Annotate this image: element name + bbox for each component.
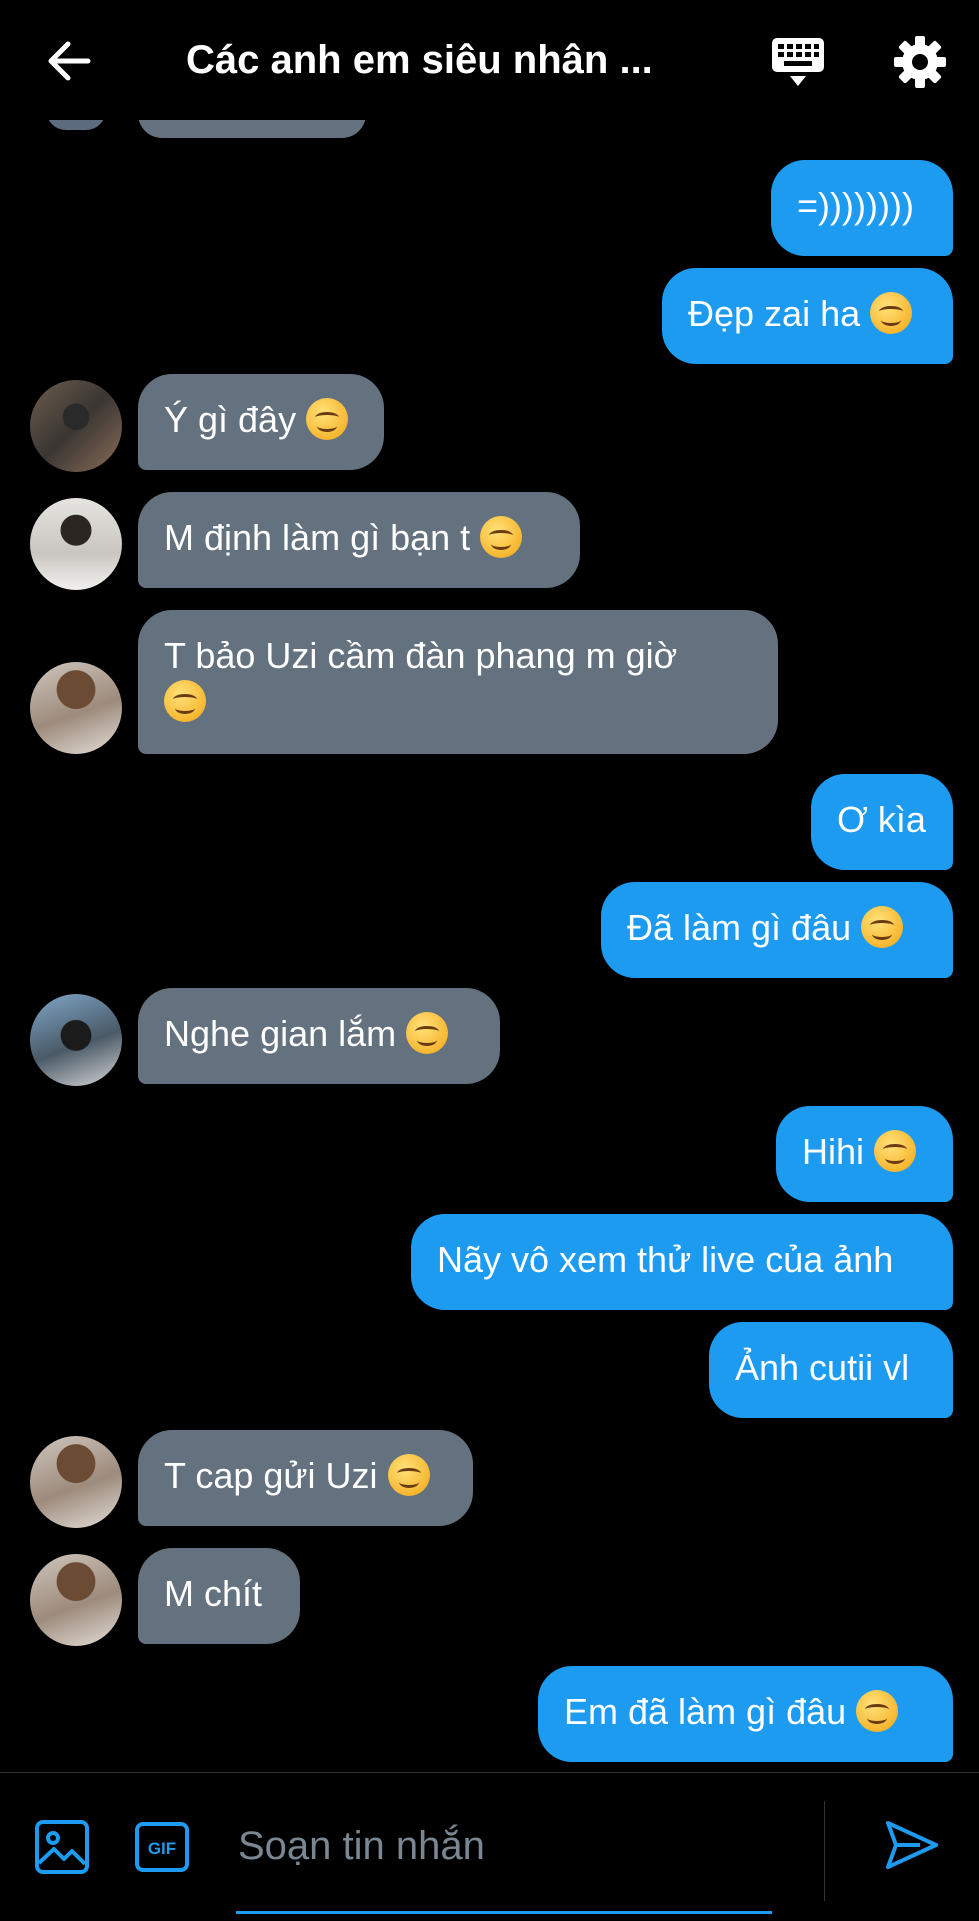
incoming-message-bubble[interactable]: T cap gửi Uzi — [138, 1430, 473, 1526]
avatar[interactable] — [30, 662, 122, 754]
outgoing-message-bubble[interactable]: Em đã làm gì đâu — [538, 1666, 953, 1762]
message-text: Ảnh cutii vl — [735, 1347, 910, 1388]
outgoing-message-bubble[interactable]: Ảnh cutii vl — [709, 1322, 953, 1418]
settings-button[interactable] — [892, 34, 948, 90]
message-list[interactable]: =)))))))) Đẹp zai ha Ý gì đây M định làm… — [0, 120, 979, 1770]
outgoing-message-bubble[interactable]: Hihi — [776, 1106, 953, 1202]
message-text: Ý gì đây — [164, 399, 297, 440]
avatar[interactable] — [30, 1436, 122, 1528]
message-text: Nghe gian lắm — [164, 1013, 397, 1054]
conversation-title: Các anh em siêu nhân ... — [186, 38, 653, 82]
incoming-message-bubble[interactable]: M chít — [138, 1548, 300, 1644]
outgoing-message-bubble[interactable]: Đẹp zai ha — [662, 268, 953, 364]
smiling-face-emoji-icon — [874, 1130, 917, 1172]
smiling-face-emoji-icon — [306, 398, 349, 440]
avatar[interactable] — [30, 498, 122, 590]
avatar[interactable] — [30, 380, 122, 472]
smiling-face-emoji-icon — [406, 1012, 449, 1054]
incoming-message-bubble[interactable]: Ý gì đây — [138, 374, 384, 470]
incoming-message-bubble[interactable]: Nghe gian lắm — [138, 988, 500, 1084]
add-image-button[interactable] — [34, 1819, 90, 1875]
message-text: Em đã làm gì đâu — [564, 1691, 847, 1732]
divider — [824, 1801, 825, 1901]
send-icon — [886, 1821, 938, 1869]
image-icon — [35, 1820, 89, 1874]
message-text: Ơ kìa — [837, 799, 926, 840]
message-input[interactable] — [236, 1805, 776, 1887]
gif-icon: GIF — [135, 1822, 189, 1872]
smiling-face-emoji-icon — [870, 292, 913, 334]
incoming-message-bubble[interactable] — [138, 120, 366, 138]
gif-label: GIF — [148, 1839, 176, 1858]
message-text: T bảo Uzi cầm đàn phang m giờ — [164, 635, 678, 676]
smiling-face-emoji-icon — [861, 906, 904, 948]
incoming-message-bubble[interactable]: T bảo Uzi cầm đàn phang m giờ — [138, 610, 778, 754]
avatar[interactable] — [30, 1554, 122, 1646]
outgoing-message-bubble[interactable]: =)))))))) — [771, 160, 953, 256]
input-underline — [236, 1911, 772, 1914]
smiling-face-emoji-icon — [164, 680, 206, 722]
outgoing-message-bubble[interactable]: Ơ kìa — [811, 774, 953, 870]
composer-bar: GIF — [0, 1772, 979, 1921]
message-text: M định làm gì bạn t — [164, 517, 471, 558]
message-text: Hihi — [802, 1131, 865, 1172]
message-text: Đã làm gì đâu — [627, 907, 852, 948]
smiling-face-emoji-icon — [387, 1454, 430, 1496]
gear-icon — [894, 36, 946, 88]
message-text: Đẹp zai ha — [688, 293, 861, 334]
outgoing-message-bubble[interactable]: Nãy vô xem thử live của ảnh — [411, 1214, 953, 1310]
avatar[interactable] — [30, 994, 122, 1086]
keyboard-button[interactable] — [770, 34, 826, 90]
keyboard-icon — [772, 38, 824, 86]
outgoing-message-bubble[interactable]: Đã làm gì đâu — [601, 882, 953, 978]
message-text: T cap gửi Uzi — [164, 1455, 378, 1496]
message-text: M chít — [164, 1573, 263, 1614]
send-button[interactable] — [882, 1815, 942, 1875]
incoming-message-bubble[interactable]: M định làm gì bạn t — [138, 492, 580, 588]
header-bar: Các anh em siêu nhân ... — [0, 0, 979, 120]
message-text: =)))))))) — [797, 185, 914, 226]
gif-button[interactable]: GIF — [134, 1821, 190, 1873]
arrow-left-icon — [48, 41, 91, 81]
smiling-face-emoji-icon — [856, 1690, 899, 1732]
smiling-face-emoji-icon — [480, 516, 523, 558]
back-button[interactable] — [44, 36, 94, 86]
message-text: Nãy vô xem thử live của ảnh — [437, 1239, 894, 1280]
avatar[interactable] — [46, 120, 106, 130]
